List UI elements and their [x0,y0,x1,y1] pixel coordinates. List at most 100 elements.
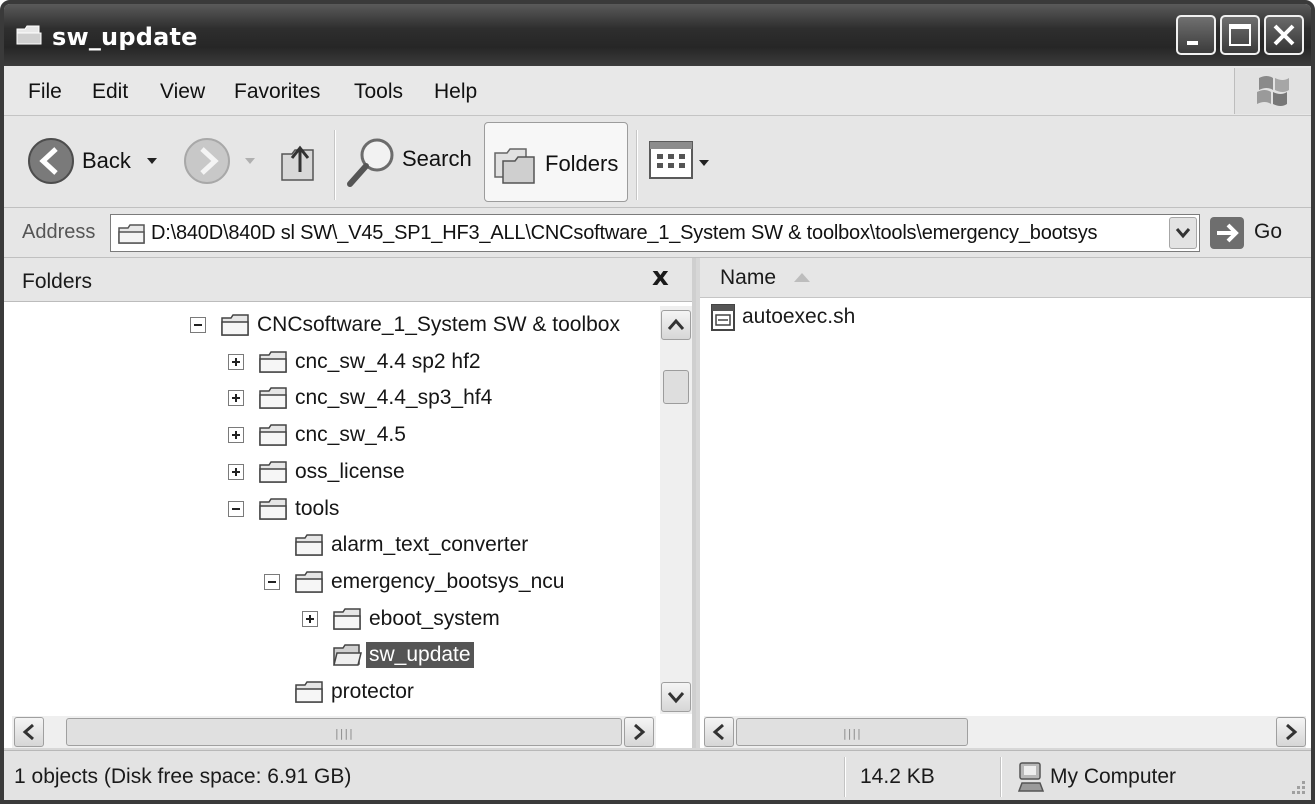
tree-item-label: oss_license [295,459,405,483]
address-label: Address [22,221,96,243]
close-button[interactable] [1264,15,1304,55]
status-location: My Computer [1050,765,1177,788]
scroll-left-button[interactable] [704,717,734,747]
files-horizontal-scrollbar[interactable]: |||| [704,716,1306,748]
forward-button[interactable] [182,136,264,186]
search-label: Search [402,146,472,171]
tree-item-label: cnc_sw_4.4 sp2 hf2 [295,349,481,373]
tree-item[interactable]: alarm_text_converter [258,528,678,562]
resize-grip-icon[interactable] [1288,779,1308,799]
windows-flag-icon [1257,76,1289,106]
windows-logo [1234,68,1311,114]
folder-up-icon[interactable] [276,132,322,188]
column-name-label: Name [720,266,777,289]
back-button[interactable]: Back [26,136,166,186]
tree-item[interactable]: oss_license [222,455,642,489]
scroll-thumb[interactable]: |||| [736,718,968,746]
tree-item-label: emergency_bootsys_ncu [331,569,565,593]
expand-icon[interactable] [228,353,244,370]
scroll-right-button[interactable] [624,717,654,747]
folder-icon [221,314,249,336]
arrow-right-icon [1217,223,1239,243]
search-button[interactable]: Search [344,134,474,190]
scroll-thumb[interactable] [663,370,689,404]
address-dropdown[interactable] [1169,217,1197,249]
scroll-thumb[interactable]: |||| [66,718,622,746]
collapse-icon[interactable] [190,317,206,333]
folder-icon [333,644,362,667]
folder-icon [333,607,361,630]
tree-item[interactable]: CNCsoftware_1_System SW & toolbox [184,308,620,342]
folder-icon [295,571,323,593]
folders-pane-header: Folders x [4,258,692,302]
expand-icon[interactable] [228,427,244,444]
tree-item[interactable]: emergency_bootsys_ncu [258,565,678,599]
chevron-right-icon [1286,723,1298,741]
chevron-right-icon [634,723,646,741]
scroll-right-button[interactable] [1276,717,1306,747]
chevron-down-icon[interactable] [146,156,158,166]
chevron-down-icon [699,160,709,166]
chevron-down-icon [667,692,685,704]
tree-item-label: sw_update [366,642,474,669]
scroll-down-button[interactable] [661,682,691,712]
tree-item-label: eboot_system [369,606,500,630]
folders-label: Folders [545,151,619,176]
tree-item[interactable]: sw_update [296,638,716,672]
address-path: D:\840D\840D sl SW\_V45_SP1_HF3_ALL\CNCs… [151,222,1098,244]
menu-edit[interactable]: Edit [92,80,128,104]
tree-item[interactable]: protector [258,675,678,709]
status-objects: 1 objects (Disk free space: 6.91 GB) [14,765,352,788]
tree-item[interactable]: cnc_sw_4.4 sp2 hf2 [222,345,642,379]
title-bar[interactable]: sw_update [4,4,1311,66]
tree-item[interactable]: cnc_sw_4.4_sp3_hf4 [222,381,642,415]
folder-icon [259,424,287,446]
scroll-left-button[interactable] [14,717,44,747]
views-button[interactable] [648,140,714,184]
expand-icon[interactable] [228,390,244,407]
folder-icon [118,224,145,244]
tree-item-label: alarm_text_converter [331,533,529,557]
tree-item-label: cnc_sw_4.4_sp3_hf4 [295,386,493,410]
chevron-down-icon [1175,228,1191,239]
chevron-down-icon[interactable] [244,156,256,166]
chevron-left-icon [712,723,724,741]
menu-file[interactable]: File [28,80,62,104]
folders-icon [494,148,535,184]
forward-arrow-icon [184,138,230,184]
folders-button[interactable]: Folders [484,122,628,202]
folder-icon [295,681,323,703]
grip-icon: |||| [335,727,354,740]
go-button[interactable] [1210,217,1244,249]
tree-item[interactable]: cnc_sw_4.5 [222,418,642,452]
menu-favorites[interactable]: Favorites [234,80,320,104]
tree-vertical-scrollbar[interactable] [660,306,692,714]
folder-icon [16,25,42,45]
tree-item[interactable]: eboot_system [296,602,716,636]
scroll-up-button[interactable] [661,310,691,340]
menu-help[interactable]: Help [434,80,477,104]
menu-bar: File Edit View Favorites Tools Help [4,66,1311,116]
column-header-name[interactable]: Name [700,258,1311,298]
tree-item[interactable]: tools [222,492,642,526]
tree-horizontal-scrollbar[interactable]: |||| [12,716,656,748]
status-separator [844,757,846,797]
collapse-icon[interactable] [228,500,244,517]
maximize-button[interactable] [1220,15,1260,55]
close-icon[interactable]: x [652,262,669,292]
menu-tools[interactable]: Tools [354,80,403,104]
tree-item-label: protector [331,680,414,703]
expand-icon[interactable] [302,610,318,627]
status-bar: 1 objects (Disk free space: 6.91 GB) 14.… [4,750,1311,800]
go-label[interactable]: Go [1254,220,1282,244]
collapse-icon[interactable] [264,573,280,590]
chevron-left-icon [22,723,34,741]
menu-view[interactable]: View [160,80,205,104]
views-grid-icon [649,141,693,179]
toolbar-separator [334,130,336,200]
address-input[interactable]: D:\840D\840D sl SW\_V45_SP1_HF3_ALL\CNCs… [110,214,1200,252]
folder-icon [259,387,287,410]
expand-icon[interactable] [228,463,244,480]
folders-pane-title: Folders [22,270,93,293]
minimize-button[interactable] [1176,15,1216,55]
